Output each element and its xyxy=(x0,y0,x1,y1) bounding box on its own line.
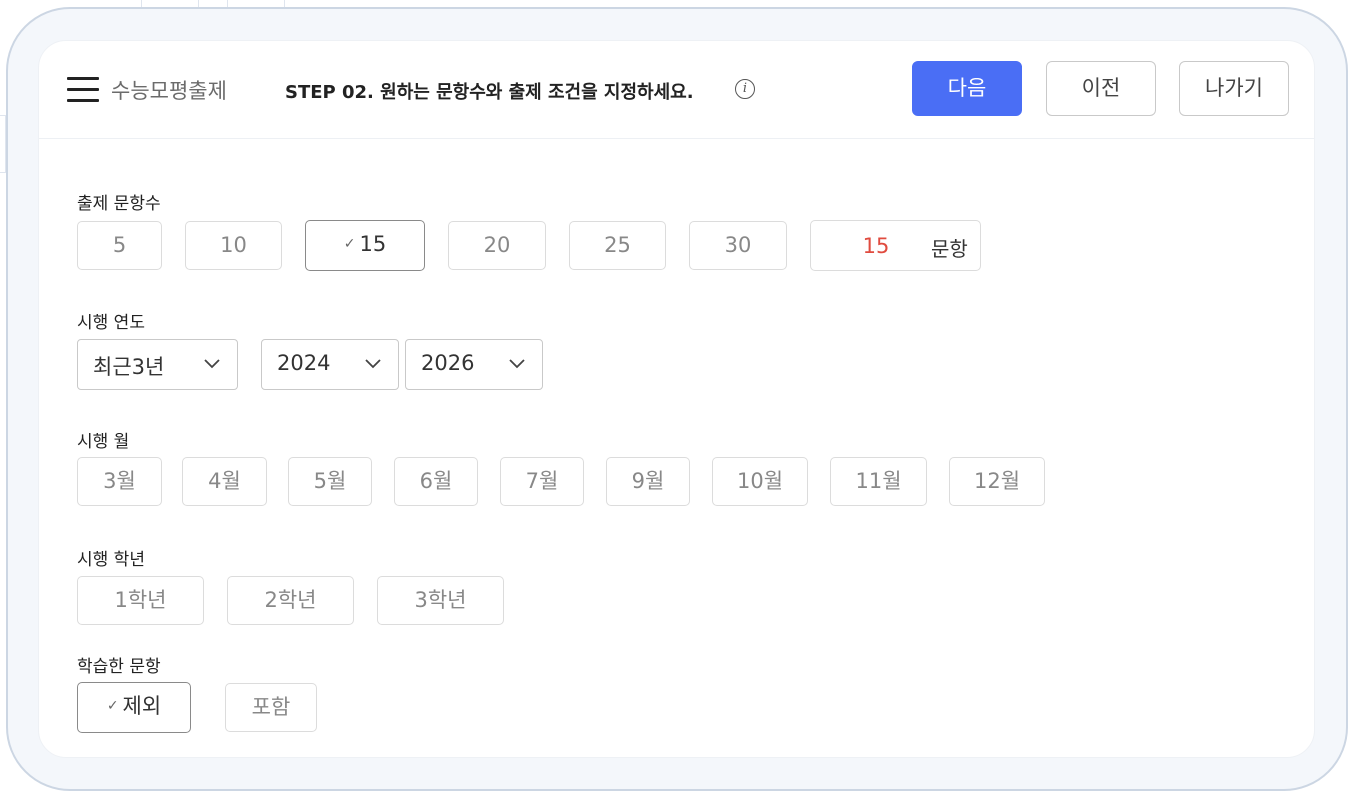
count-option-25[interactable]: 25 xyxy=(569,221,666,270)
month-option-11[interactable]: 11월 xyxy=(830,457,927,506)
prev-button[interactable]: 이전 xyxy=(1046,61,1156,116)
end-year-value: 2026 xyxy=(421,351,475,375)
month-option-7[interactable]: 7월 xyxy=(500,457,584,506)
year-range-value: 최근3년 xyxy=(93,355,165,379)
month-option-4[interactable]: 4월 xyxy=(182,457,267,506)
exam-year-label: 시행 연도 xyxy=(77,313,145,333)
start-year-value: 2024 xyxy=(277,351,331,375)
month-option-5[interactable]: 5월 xyxy=(288,457,372,506)
chevron-down-icon xyxy=(509,359,525,369)
month-option-10[interactable]: 10월 xyxy=(712,457,808,506)
app-title: 수능모평출제 xyxy=(111,79,227,103)
next-button[interactable]: 다음 xyxy=(912,61,1022,116)
check-icon: ✓ xyxy=(343,236,356,252)
check-icon: ✓ xyxy=(106,698,119,714)
count-option-15-label: 15 xyxy=(359,232,387,256)
count-unit-label: 문항 xyxy=(931,237,968,261)
grade-option-3[interactable]: 3학년 xyxy=(377,576,504,625)
count-option-20[interactable]: 20 xyxy=(448,221,546,270)
start-year-select[interactable]: 2024 xyxy=(261,339,399,390)
device-frame: 수능모평출제 STEP 02. 원하는 문항수와 출제 조건을 지정하세요. i… xyxy=(6,7,1348,791)
menu-icon[interactable] xyxy=(67,77,99,103)
studied-option-include[interactable]: 포함 xyxy=(225,683,317,732)
exit-button[interactable]: 나가기 xyxy=(1179,61,1289,116)
count-option-5[interactable]: 5 xyxy=(77,221,162,270)
year-range-select[interactable]: 최근3년 xyxy=(77,339,238,390)
app-screen: 수능모평출제 STEP 02. 원하는 문항수와 출제 조건을 지정하세요. i… xyxy=(38,40,1315,758)
end-year-select[interactable]: 2026 xyxy=(405,339,543,390)
custom-count-input[interactable] xyxy=(841,221,911,270)
count-option-30[interactable]: 30 xyxy=(689,221,787,270)
studied-items-label: 학습한 문항 xyxy=(77,657,161,677)
exam-grade-label: 시행 학년 xyxy=(77,550,145,570)
studied-option-exclude[interactable]: ✓ 제외 xyxy=(77,682,191,733)
exam-month-label: 시행 월 xyxy=(77,432,130,452)
custom-count-field: 문항 xyxy=(810,220,981,271)
chevron-down-icon xyxy=(365,359,381,369)
header-bar: 수능모평출제 STEP 02. 원하는 문항수와 출제 조건을 지정하세요. i… xyxy=(39,41,1314,139)
step-title: STEP 02. 원하는 문항수와 출제 조건을 지정하세요. xyxy=(285,82,694,103)
month-option-6[interactable]: 6월 xyxy=(394,457,478,506)
month-option-3[interactable]: 3월 xyxy=(77,457,162,506)
grade-option-2[interactable]: 2학년 xyxy=(227,576,354,625)
chevron-down-icon xyxy=(204,359,220,369)
month-option-9[interactable]: 9월 xyxy=(606,457,690,506)
count-option-15[interactable]: ✓ 15 xyxy=(305,220,425,271)
info-icon[interactable]: i xyxy=(735,79,755,99)
count-option-10[interactable]: 10 xyxy=(185,221,282,270)
studied-option-exclude-label: 제외 xyxy=(122,694,162,718)
question-count-label: 출제 문항수 xyxy=(77,194,161,214)
month-option-12[interactable]: 12월 xyxy=(949,457,1045,506)
grade-option-1[interactable]: 1학년 xyxy=(77,576,204,625)
